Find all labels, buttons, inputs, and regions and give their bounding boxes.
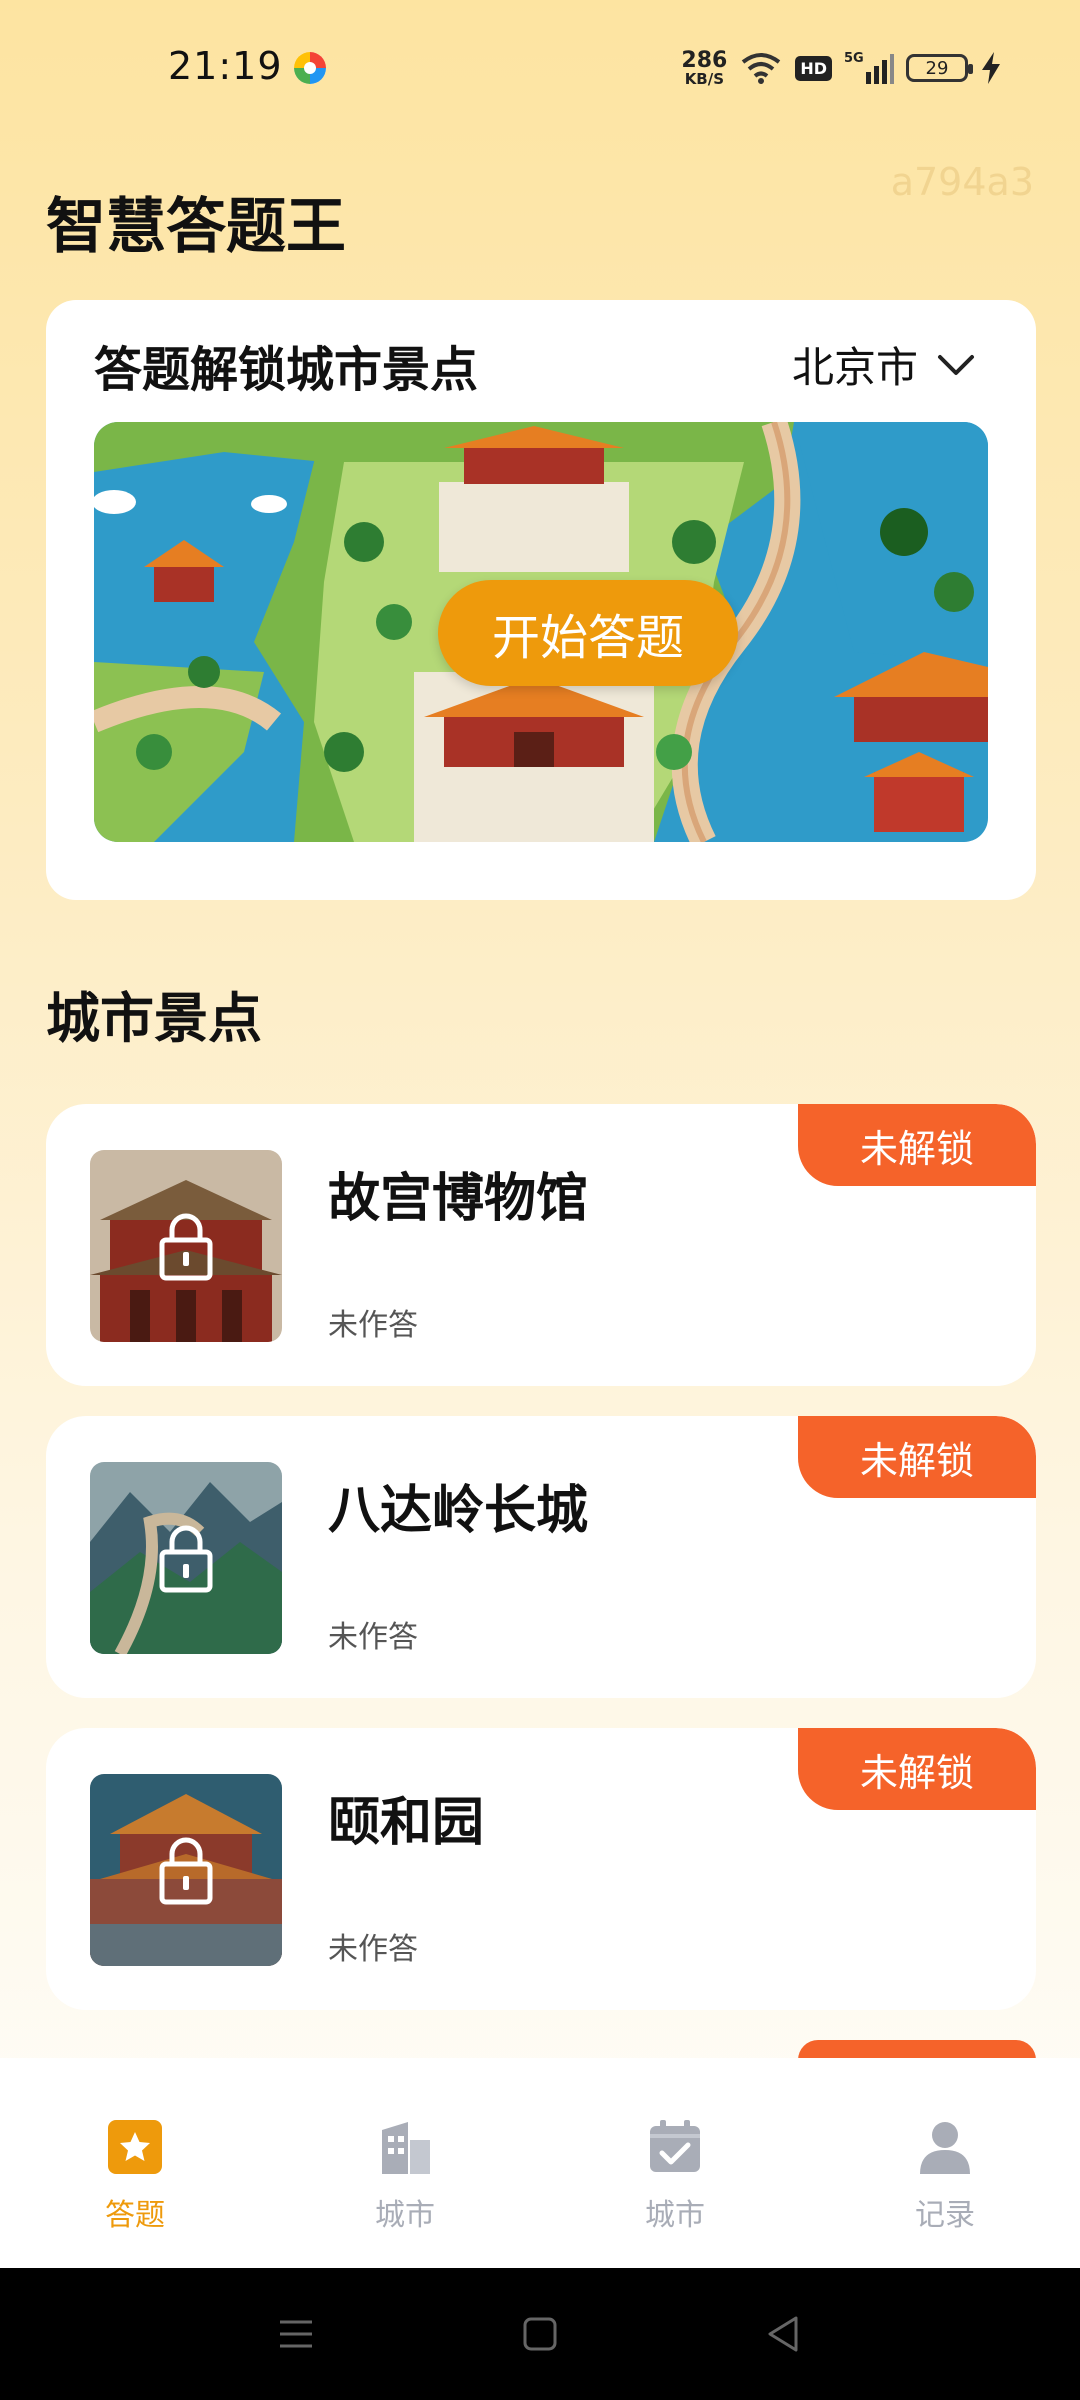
- calendar-check-icon: [650, 2120, 700, 2172]
- spot-status: 未作答: [328, 1308, 418, 1343]
- nav-item-records[interactable]: 记录: [810, 2058, 1080, 2268]
- nav-item-city-calendar[interactable]: 城市: [540, 2058, 810, 2268]
- nav-label: 记录: [915, 2198, 975, 2233]
- wifi-icon: [742, 53, 781, 84]
- charging-bolt-icon: [982, 52, 1000, 84]
- spot-status: 未作答: [328, 1932, 418, 1967]
- bottom-nav: 答题 城市 城市 记录: [0, 2058, 1080, 2268]
- spot-card[interactable]: 八达岭长城 未作答 未解锁: [46, 1416, 1036, 1698]
- hero-banner-image: 开始答题: [94, 422, 988, 842]
- svg-text:5G: 5G: [844, 51, 864, 66]
- spot-thumbnail: [90, 1150, 282, 1342]
- nav-item-quiz[interactable]: 答题: [0, 2058, 270, 2268]
- locked-badge: 未解锁: [798, 1728, 1036, 1810]
- app-notification-icon: [294, 52, 326, 84]
- nav-label: 答题: [105, 2198, 165, 2233]
- status-time: 21:19: [168, 44, 283, 88]
- nav-label: 城市: [375, 2198, 435, 2233]
- spot-card[interactable]: 故宫博物馆 未作答 未解锁: [46, 1104, 1036, 1386]
- page-title: 智慧答题王: [46, 192, 346, 262]
- locked-badge: 未解锁: [798, 1416, 1036, 1498]
- chevron-down-icon: [938, 354, 974, 375]
- locked-badge: 未解锁: [798, 1104, 1036, 1186]
- city-selector[interactable]: 北京市: [792, 334, 976, 395]
- hero-card: 答题解锁城市景点 北京市 开始答题: [46, 300, 1036, 900]
- cellular-signal-icon: 5G: [844, 51, 894, 84]
- network-speed: 286 KB/S: [681, 47, 728, 88]
- status-bar: 21:19 286 KB/S HD 5G 29: [0, 0, 1080, 140]
- spot-card[interactable]: 颐和园 未作答 未解锁: [46, 1728, 1036, 2010]
- building-icon: [382, 2122, 430, 2174]
- battery-icon: 29: [906, 54, 973, 82]
- next-card-badge-peek: [798, 2040, 1036, 2060]
- menu-icon[interactable]: [274, 2312, 318, 2356]
- hero-title: 答题解锁城市景点: [94, 342, 479, 398]
- section-title: 城市景点: [46, 987, 262, 1050]
- watermark: a794a3: [890, 160, 1034, 204]
- lock-icon: [159, 1525, 213, 1593]
- lock-icon: [159, 1837, 213, 1905]
- spot-name: 颐和园: [328, 1793, 485, 1853]
- system-nav-bar: [0, 2268, 1080, 2400]
- star-icon: [108, 2120, 162, 2174]
- spot-thumbnail: [90, 1462, 282, 1654]
- status-indicators: 286 KB/S HD 5G 29: [681, 46, 1002, 90]
- person-icon: [920, 2122, 970, 2174]
- lock-icon: [159, 1213, 213, 1281]
- spot-name: 八达岭长城: [328, 1481, 589, 1541]
- hd-badge: HD: [795, 55, 832, 81]
- back-icon[interactable]: [762, 2312, 806, 2356]
- nav-label: 城市: [645, 2198, 705, 2233]
- start-quiz-button[interactable]: 开始答题: [438, 580, 738, 686]
- nav-item-city[interactable]: 城市: [270, 2058, 540, 2268]
- city-selector-label: 北京市: [791, 343, 918, 392]
- spot-thumbnail: [90, 1774, 282, 1966]
- home-icon[interactable]: [518, 2312, 562, 2356]
- spot-name: 故宫博物馆: [328, 1169, 589, 1229]
- spot-status: 未作答: [328, 1620, 418, 1655]
